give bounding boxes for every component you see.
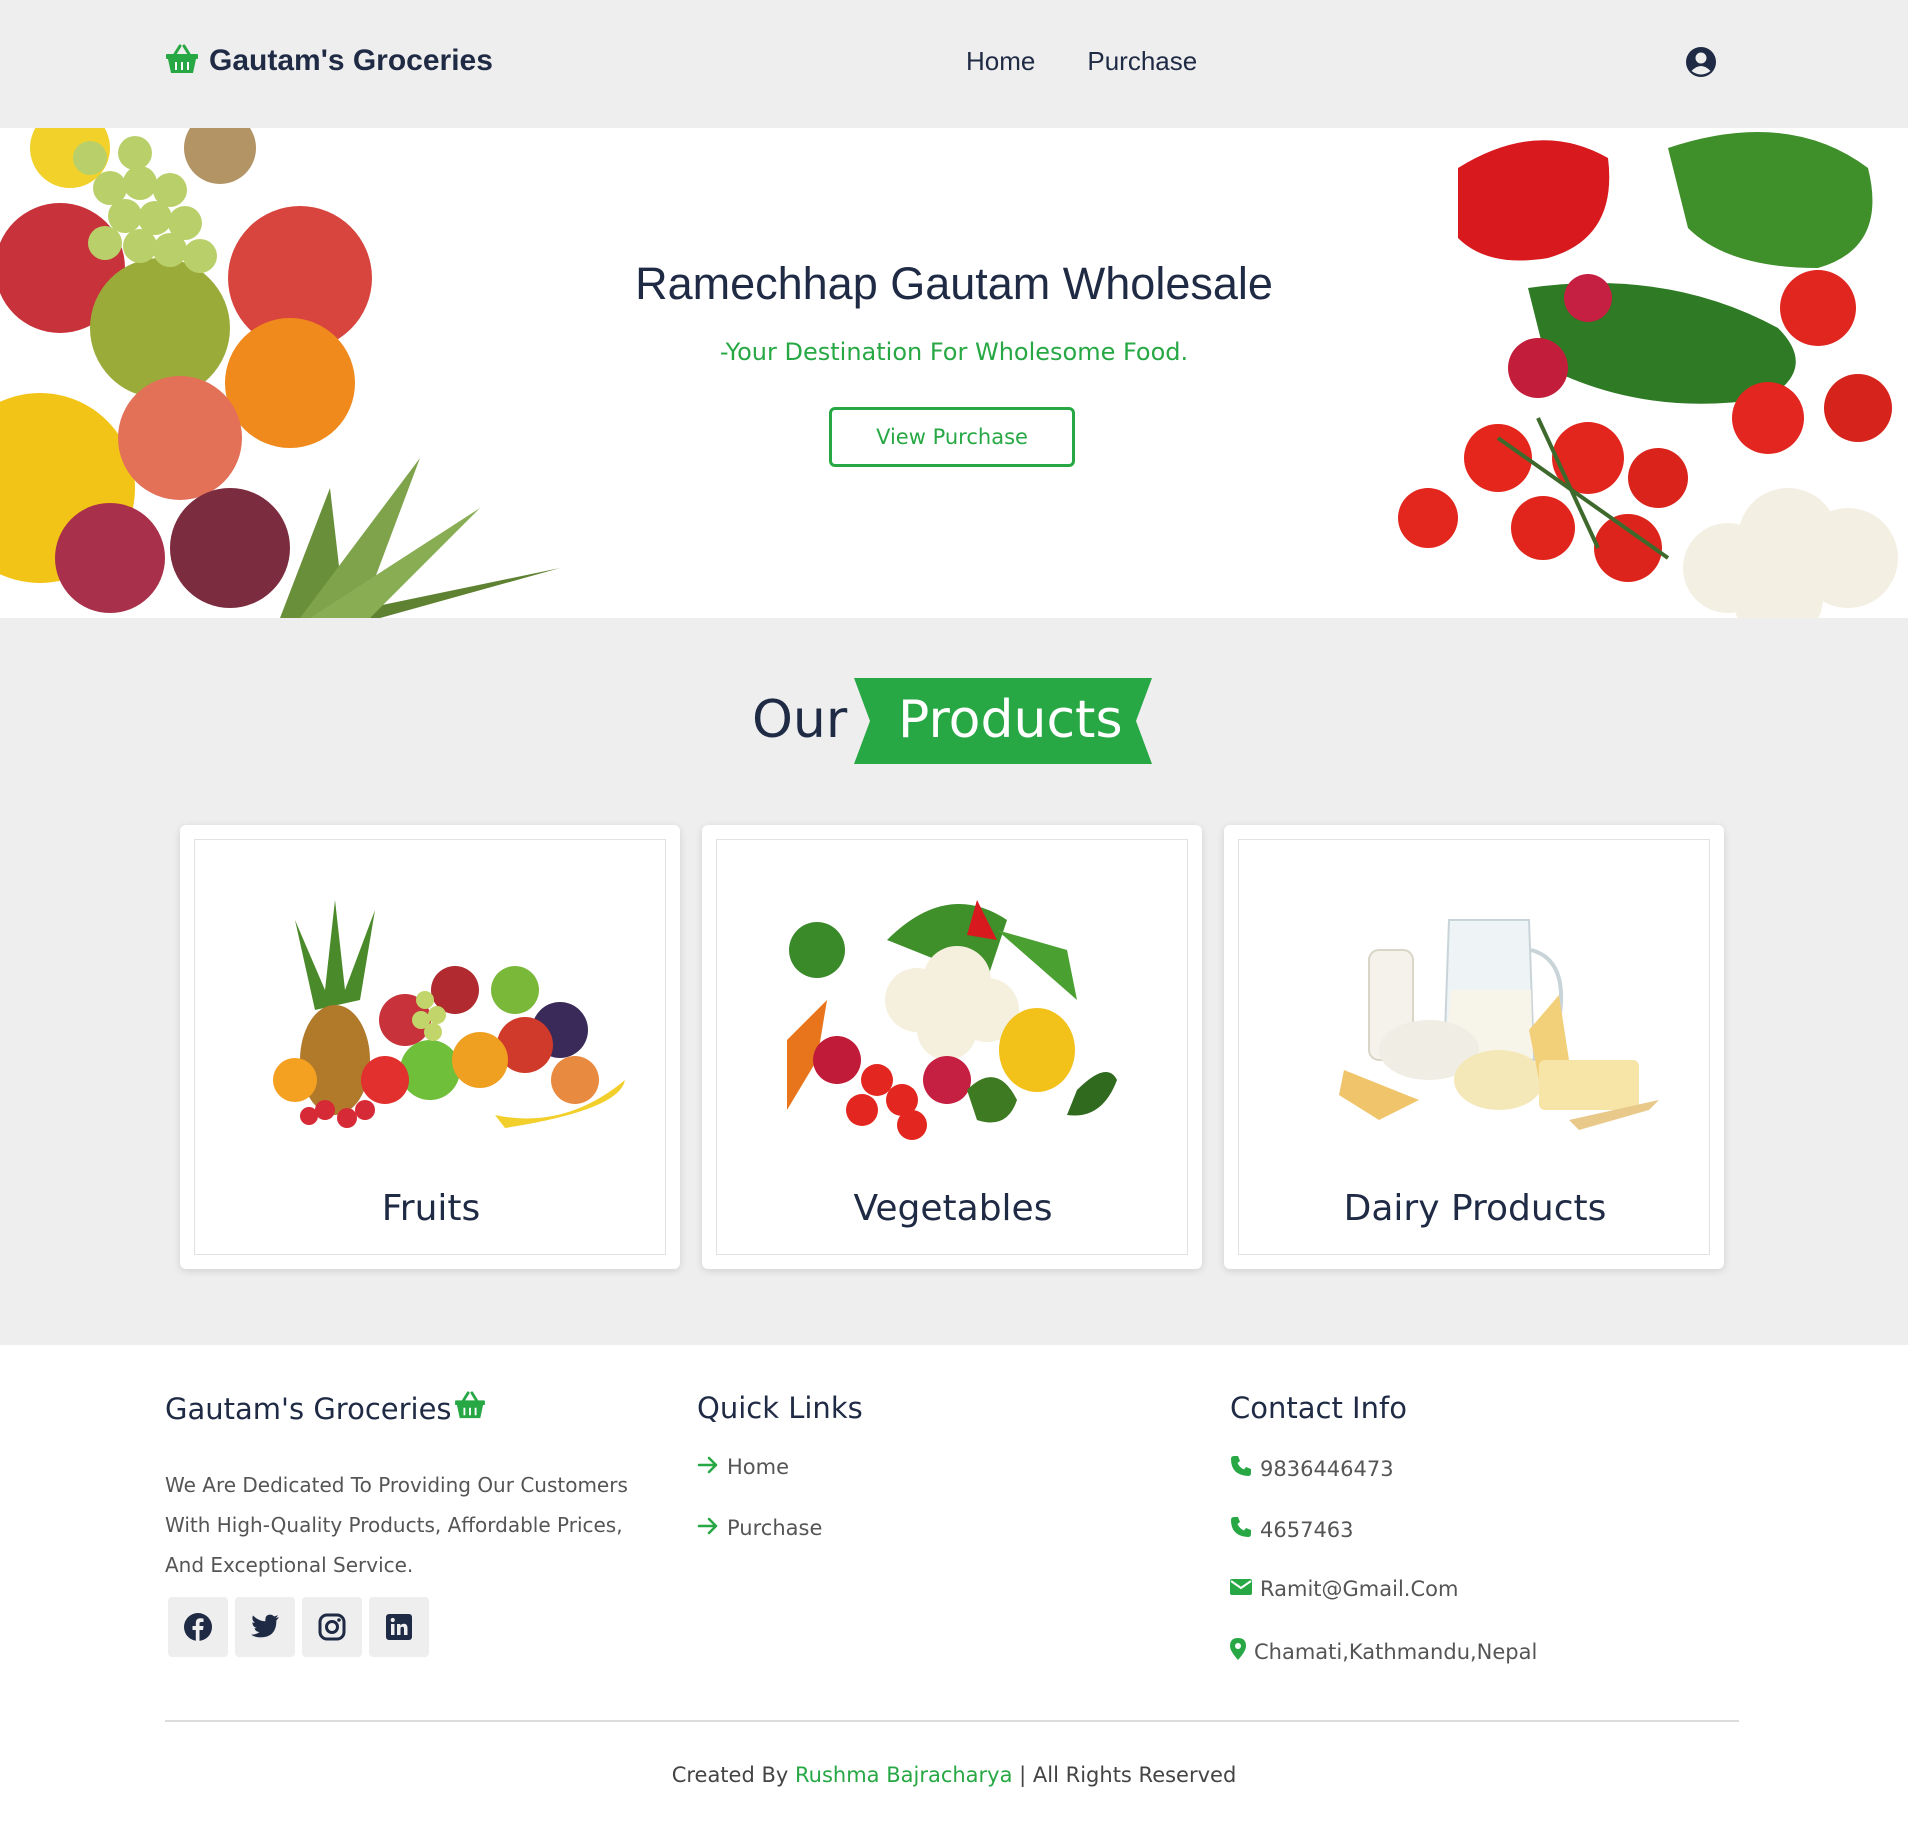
brand-logo[interactable]: Gautam's Groceries (165, 44, 493, 78)
contact-phone-2: 4657463 (1230, 1516, 1354, 1543)
vegetables-image (787, 900, 1117, 1140)
hero-banner: Ramechhap Gautam Wholesale -Your Destina… (0, 128, 1908, 618)
product-card-fruits[interactable]: Fruits (180, 825, 680, 1269)
site-header: Gautam's Groceries Home Purchase (0, 0, 1908, 128)
heading-products: Products (898, 690, 1123, 750)
map-pin-icon (1230, 1638, 1246, 1665)
contact-phone-1: 9836446473 (1230, 1455, 1394, 1482)
nav-purchase[interactable]: Purchase (1087, 46, 1197, 77)
copyright-prefix: Created By (671, 1763, 789, 1787)
footer-link-purchase[interactable]: Purchase (697, 1516, 822, 1540)
card-frame: Fruits (194, 839, 666, 1255)
card-title-dairy: Dairy Products (1343, 1188, 1607, 1229)
contact-phone-1-text: 9836446473 (1260, 1456, 1394, 1481)
copyright-suffix: | All Rights Reserved (1019, 1763, 1237, 1787)
contact-email-text: Ramit@Gmail.Com (1260, 1577, 1459, 1601)
view-purchase-button[interactable]: View Purchase (829, 407, 1075, 467)
fruits-hero-image (0, 128, 560, 618)
linkedin-icon[interactable] (369, 1597, 429, 1657)
facebook-icon[interactable] (168, 1597, 228, 1657)
nav-home[interactable]: Home (966, 46, 1035, 77)
hero-subtitle: -Your Destination For Wholesome Food. (719, 338, 1189, 366)
instagram-icon[interactable] (302, 1597, 362, 1657)
contact-address-text: Chamati,Kathmandu,Nepal (1254, 1639, 1538, 1664)
products-heading: Our Products (0, 678, 1908, 764)
footer-link-home[interactable]: Home (697, 1455, 789, 1479)
contact-phone-2-text: 4657463 (1260, 1517, 1354, 1542)
footer-link-label: Purchase (727, 1516, 823, 1540)
copyright: Created By Rushma Bajracharya | All Righ… (0, 1763, 1908, 1787)
dairy-image (1339, 919, 1659, 1130)
heading-our: Our (752, 690, 848, 750)
contact-address: Chamati,Kathmandu,Nepal (1230, 1638, 1537, 1665)
footer-brand-name: Gautam's Groceries (165, 1391, 452, 1426)
main-nav: Home Purchase (966, 46, 1197, 77)
footer-link-label: Home (727, 1455, 790, 1479)
card-title-vegetables: Vegetables (853, 1188, 1053, 1229)
product-card-dairy[interactable]: Dairy Products (1224, 825, 1724, 1269)
phone-icon (1230, 1516, 1252, 1543)
card-title-fruits: Fruits (381, 1188, 481, 1229)
fruits-image (273, 900, 625, 1128)
quick-links-title: Quick Links (697, 1391, 863, 1425)
user-circle-icon[interactable] (1686, 47, 1716, 81)
footer-description: We Are Dedicated To Providing Our Custom… (165, 1473, 628, 1577)
phone-icon (1230, 1455, 1252, 1482)
card-frame: Dairy Products (1238, 839, 1710, 1255)
footer-divider (165, 1720, 1739, 1722)
vegetables-hero-image (1398, 132, 1898, 618)
social-links (168, 1597, 429, 1657)
envelope-icon (1230, 1577, 1252, 1601)
card-frame: Vegetables (716, 839, 1188, 1255)
brand-name: Gautam's Groceries (209, 44, 493, 77)
basket-icon (165, 44, 199, 78)
contact-info-title: Contact Info (1230, 1391, 1407, 1425)
footer-brand: Gautam's Groceries (165, 1391, 486, 1426)
hero-title: Ramechhap Gautam Wholesale (635, 258, 1273, 309)
product-card-vegetables[interactable]: Vegetables (702, 825, 1202, 1269)
arrow-right-icon (697, 1455, 719, 1479)
twitter-icon[interactable] (235, 1597, 295, 1657)
copyright-author-link[interactable]: Rushma Bajracharya (795, 1763, 1012, 1787)
basket-icon (454, 1391, 486, 1426)
contact-email: Ramit@Gmail.Com (1230, 1577, 1458, 1601)
arrow-right-icon (697, 1516, 719, 1540)
site-footer: Gautam's Groceries We Are Dedicated To P… (0, 1345, 1908, 1838)
